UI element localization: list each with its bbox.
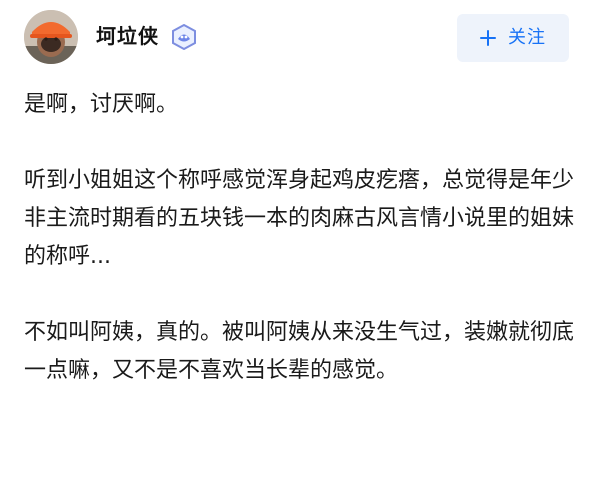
- plus-icon: [480, 30, 496, 46]
- content-paragraph: 听到小姐姐这个称呼感觉浑身起鸡皮疙瘩，总觉得是年少非主流时期看的五块钱一本的肉麻…: [24, 168, 575, 269]
- avatar[interactable]: [24, 10, 78, 64]
- avatar-image: [24, 10, 78, 64]
- content-paragraph: 是啊，讨厌啊。: [24, 92, 179, 117]
- content-paragraph: 不如叫阿姨，真的。被叫阿姨从来没生气过，装嫩就彻底一点嘛，又不是不喜欢当长辈的感…: [24, 320, 575, 383]
- blue-hexagon-badge-icon: [170, 23, 198, 51]
- answer-content: 是啊，讨厌啊。 听到小姐姐这个称呼感觉浑身起鸡皮疙瘩，总觉得是年少非主流时期看的…: [24, 86, 576, 390]
- follow-button-label: 关注: [508, 27, 546, 48]
- follow-button[interactable]: 关注: [457, 14, 569, 62]
- author-name[interactable]: 坷垃侠: [96, 20, 159, 52]
- answer-author-header: 坷垃侠 关注: [0, 0, 593, 82]
